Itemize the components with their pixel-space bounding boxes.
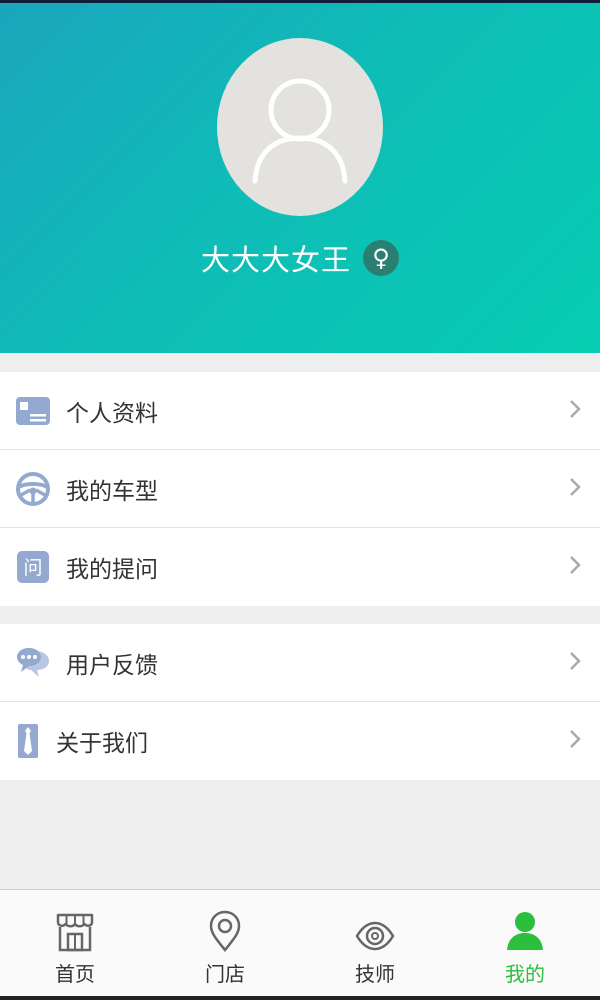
menu-item-feedback[interactable]: 用户反馈 xyxy=(0,624,600,702)
tab-home[interactable]: 首页 xyxy=(0,890,150,1000)
tie-icon xyxy=(15,723,41,759)
tab-mine[interactable]: 我的 xyxy=(450,890,600,1000)
id-card-icon xyxy=(15,393,51,429)
menu-item-label: 用户反馈 xyxy=(66,652,158,679)
female-icon: ♀ xyxy=(363,240,399,276)
chevron-right-icon xyxy=(568,650,582,676)
menu-item-label: 我的提问 xyxy=(66,557,158,583)
storefront-icon xyxy=(55,908,95,952)
menu-group-account: 个人资料 我的车型 问 我的提问 xyxy=(0,372,600,606)
question-icon: 问 xyxy=(15,549,51,585)
chat-bubbles-icon xyxy=(15,645,51,681)
chevron-right-icon xyxy=(568,398,582,424)
menu-item-my-questions[interactable]: 问 我的提问 xyxy=(0,528,600,606)
menu-item-car-model[interactable]: 我的车型 xyxy=(0,450,600,528)
username-row: 大大大女王 ♀ xyxy=(0,233,600,283)
tab-stores[interactable]: 门店 xyxy=(150,890,300,1000)
tab-technicians[interactable]: 技师 xyxy=(300,890,450,1000)
username: 大大大女王 xyxy=(200,243,351,277)
tab-label: 门店 xyxy=(205,962,245,986)
svg-text:问: 问 xyxy=(23,557,42,579)
tab-label: 技师 xyxy=(355,962,395,986)
chevron-right-icon xyxy=(568,728,582,754)
location-pin-icon xyxy=(208,908,242,952)
menu-group-about: 用户反馈 关于我们 xyxy=(0,624,600,780)
tab-label: 首页 xyxy=(55,962,95,986)
bottom-tab-bar: 首页 门店 技师 我的 xyxy=(0,889,600,1000)
steering-wheel-icon xyxy=(15,471,51,507)
user-silhouette-icon xyxy=(252,78,348,184)
system-bottom-bar xyxy=(0,996,600,1000)
avatar[interactable] xyxy=(217,38,383,216)
menu-item-profile[interactable]: 个人资料 xyxy=(0,372,600,450)
chevron-right-icon xyxy=(568,554,582,580)
eye-icon xyxy=(355,908,395,952)
tab-label: 我的 xyxy=(505,962,545,986)
menu-item-label: 关于我们 xyxy=(56,731,148,757)
menu-item-label: 个人资料 xyxy=(66,400,158,427)
profile-header: 大大大女王 ♀ xyxy=(0,0,600,353)
person-icon xyxy=(505,908,545,952)
menu-item-about-us[interactable]: 关于我们 xyxy=(0,702,600,780)
menu-item-label: 我的车型 xyxy=(66,478,158,505)
chevron-right-icon xyxy=(568,476,582,502)
